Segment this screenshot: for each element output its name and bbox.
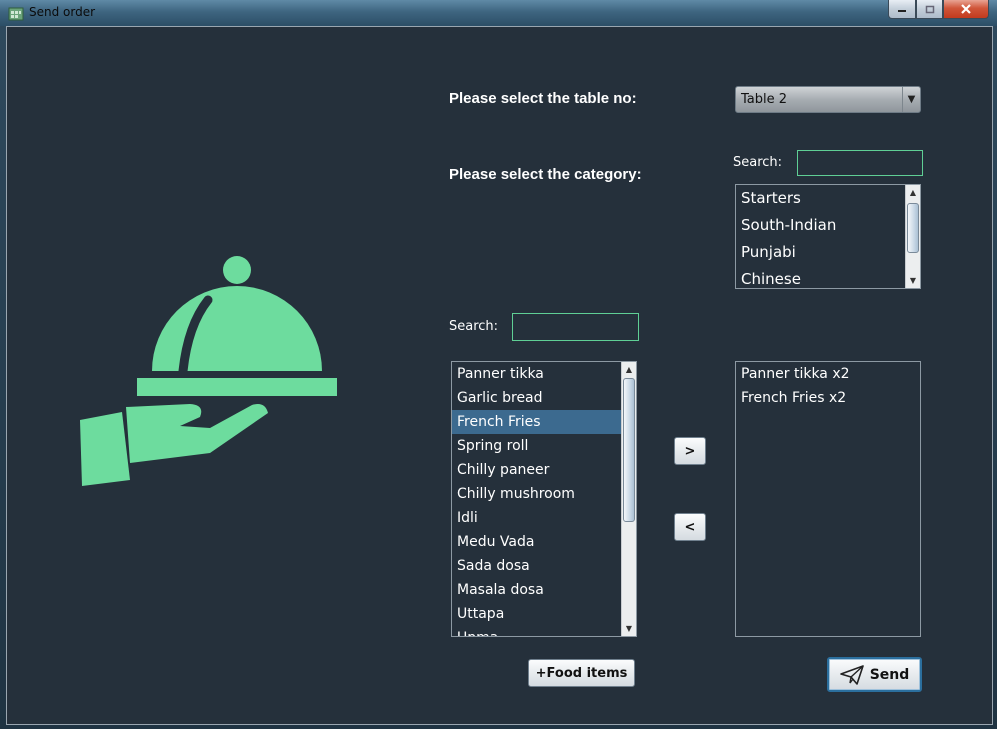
category-label: Please select the category:	[449, 166, 642, 183]
order-item[interactable]: Panner tikka x2	[736, 362, 920, 386]
table-select-value: Table 2	[741, 92, 788, 107]
category-scroll-thumb[interactable]	[907, 203, 919, 253]
food-item[interactable]: Idli	[452, 506, 636, 530]
scroll-down-icon[interactable]: ▼	[622, 621, 636, 636]
food-scroll-thumb[interactable]	[623, 378, 635, 522]
category-search-label: Search:	[733, 155, 783, 170]
food-search-label: Search:	[449, 319, 499, 334]
app-icon	[8, 7, 24, 21]
close-button[interactable]	[943, 0, 989, 19]
paper-plane-icon	[839, 664, 864, 685]
category-item-starters[interactable]: Starters	[736, 185, 920, 212]
order-list[interactable]: Panner tikka x2 French Fries x2	[735, 361, 921, 637]
food-scrollbar[interactable]: ▲ ▼	[621, 362, 636, 636]
food-item[interactable]: Panner tikka	[452, 362, 636, 386]
minimize-button[interactable]	[888, 0, 916, 19]
add-to-order-button[interactable]: >	[674, 437, 706, 465]
food-item[interactable]: Medu Vada	[452, 530, 636, 554]
serving-cloche-hand-icon	[80, 256, 337, 486]
food-items-list[interactable]: Panner tikka Garlic bread French Fries S…	[451, 361, 637, 637]
close-icon	[961, 4, 971, 14]
food-item[interactable]: Spring roll	[452, 434, 636, 458]
category-scrollbar[interactable]: ▲ ▼	[905, 185, 920, 288]
add-food-items-button[interactable]: +Food items	[528, 659, 635, 687]
category-item-chinese[interactable]: Chinese	[736, 266, 920, 288]
table-select[interactable]: Table 2 ▼	[735, 86, 921, 113]
order-item[interactable]: French Fries x2	[736, 386, 920, 410]
category-search-input[interactable]	[797, 150, 923, 176]
remove-from-order-button[interactable]: <	[674, 513, 706, 541]
send-button-label: Send	[869, 666, 910, 683]
scroll-down-icon[interactable]: ▼	[906, 273, 920, 288]
table-label: Please select the table no:	[449, 90, 637, 107]
food-item[interactable]: Upma	[452, 626, 636, 636]
window-title: Send order	[29, 5, 96, 19]
food-item[interactable]: Garlic bread	[452, 386, 636, 410]
food-item[interactable]: Uttapa	[452, 602, 636, 626]
send-button[interactable]: Send	[827, 657, 922, 692]
food-item[interactable]: Masala dosa	[452, 578, 636, 602]
food-search-input[interactable]	[512, 313, 639, 341]
chevron-down-icon: ▼	[902, 87, 920, 112]
minimize-icon	[898, 10, 906, 12]
title-bar: Send order	[0, 0, 997, 26]
scroll-up-icon[interactable]: ▲	[622, 362, 636, 377]
category-list[interactable]: Starters South-Indian Punjabi Chinese ▲ …	[735, 184, 921, 289]
scroll-up-icon[interactable]: ▲	[906, 185, 920, 200]
maximize-icon	[925, 5, 934, 13]
category-item-punjabi[interactable]: Punjabi	[736, 239, 920, 266]
food-item-selected[interactable]: French Fries	[452, 410, 636, 434]
food-item[interactable]: Sada dosa	[452, 554, 636, 578]
category-item-south-indian[interactable]: South-Indian	[736, 212, 920, 239]
food-item[interactable]: Chilly paneer	[452, 458, 636, 482]
window-controls	[888, 0, 989, 19]
food-item[interactable]: Chilly mushroom	[452, 482, 636, 506]
maximize-button[interactable]	[916, 0, 943, 19]
